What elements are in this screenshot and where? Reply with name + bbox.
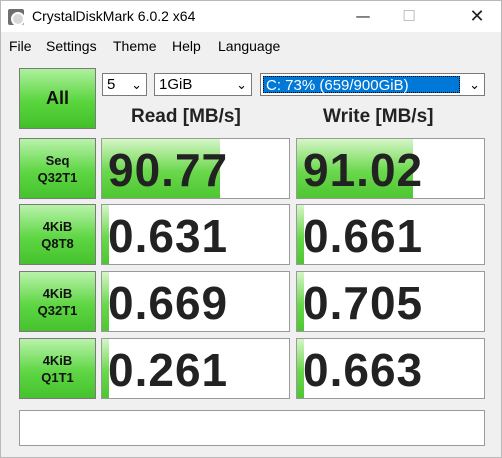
drive-select[interactable]: C: 73% (659/900GiB) ⌄	[260, 73, 485, 96]
chevron-down-icon: ⌄	[236, 78, 247, 93]
read-result-cell: 90.77	[101, 138, 290, 199]
title-bar[interactable]: CrystalDiskMark 6.0.2 x64 — ☐ ✕	[1, 1, 501, 32]
menu-theme[interactable]: Theme	[113, 38, 157, 54]
read-result-cell: 0.669	[101, 271, 290, 332]
read-result-cell: 0.631	[101, 204, 290, 265]
run-all-button[interactable]: All	[19, 68, 96, 129]
read-result-value: 90.77	[108, 144, 229, 196]
drive-value: C: 73% (659/900GiB)	[263, 76, 460, 94]
menu-settings[interactable]: Settings	[46, 38, 97, 54]
menu-file[interactable]: File	[9, 38, 32, 54]
write-result-cell: 0.663	[296, 338, 485, 399]
write-result-cell: 0.661	[296, 204, 485, 265]
write-result-value: 0.661	[303, 210, 424, 262]
menu-bar: File Settings Theme Help Language	[1, 32, 501, 58]
minimize-button[interactable]: —	[340, 1, 386, 32]
test-line2: Q32T1	[37, 169, 78, 185]
write-header: Write [MB/s]	[323, 106, 434, 127]
read-result-cell: 0.261	[101, 338, 290, 399]
test-line1: 4KiB	[42, 352, 73, 368]
menu-help[interactable]: Help	[172, 38, 201, 54]
write-result-value: 0.705	[303, 277, 424, 329]
write-result-value: 0.663	[303, 344, 424, 396]
write-result-value: 91.02	[303, 144, 424, 196]
maximize-button[interactable]: ☐	[386, 1, 432, 32]
seq-q32t1-button[interactable]: Seq Q32T1	[19, 138, 96, 199]
test-line2: Q8T8	[41, 235, 74, 251]
test-count-value: 5	[107, 76, 116, 93]
4kib-q1t1-button[interactable]: 4KiB Q1T1	[19, 338, 96, 399]
test-line1: Seq	[45, 152, 70, 168]
test-line1: 4KiB	[42, 285, 73, 301]
read-result-value: 0.261	[108, 344, 229, 396]
test-size-select[interactable]: 1GiB ⌄	[154, 73, 252, 96]
test-count-select[interactable]: 5 ⌄	[102, 73, 147, 96]
read-header: Read [MB/s]	[131, 106, 241, 127]
read-result-value: 0.631	[108, 210, 229, 262]
app-window: CrystalDiskMark 6.0.2 x64 — ☐ ✕ File Set…	[0, 0, 502, 458]
write-result-cell: 0.705	[296, 271, 485, 332]
chevron-down-icon: ⌄	[131, 78, 142, 93]
test-line2: Q1T1	[41, 369, 74, 385]
close-button[interactable]: ✕	[454, 1, 500, 32]
chevron-down-icon: ⌄	[469, 78, 480, 93]
comment-field[interactable]	[19, 410, 485, 446]
4kib-q32t1-button[interactable]: 4KiB Q32T1	[19, 271, 96, 332]
app-disk-icon	[8, 9, 25, 26]
test-line2: Q32T1	[37, 302, 78, 318]
menu-language[interactable]: Language	[218, 38, 280, 54]
test-size-value: 1GiB	[159, 76, 193, 93]
window-title: CrystalDiskMark 6.0.2 x64	[32, 8, 196, 24]
4kib-q8t8-button[interactable]: 4KiB Q8T8	[19, 204, 96, 265]
read-result-value: 0.669	[108, 277, 229, 329]
test-line1: 4KiB	[42, 218, 73, 234]
write-result-cell: 91.02	[296, 138, 485, 199]
